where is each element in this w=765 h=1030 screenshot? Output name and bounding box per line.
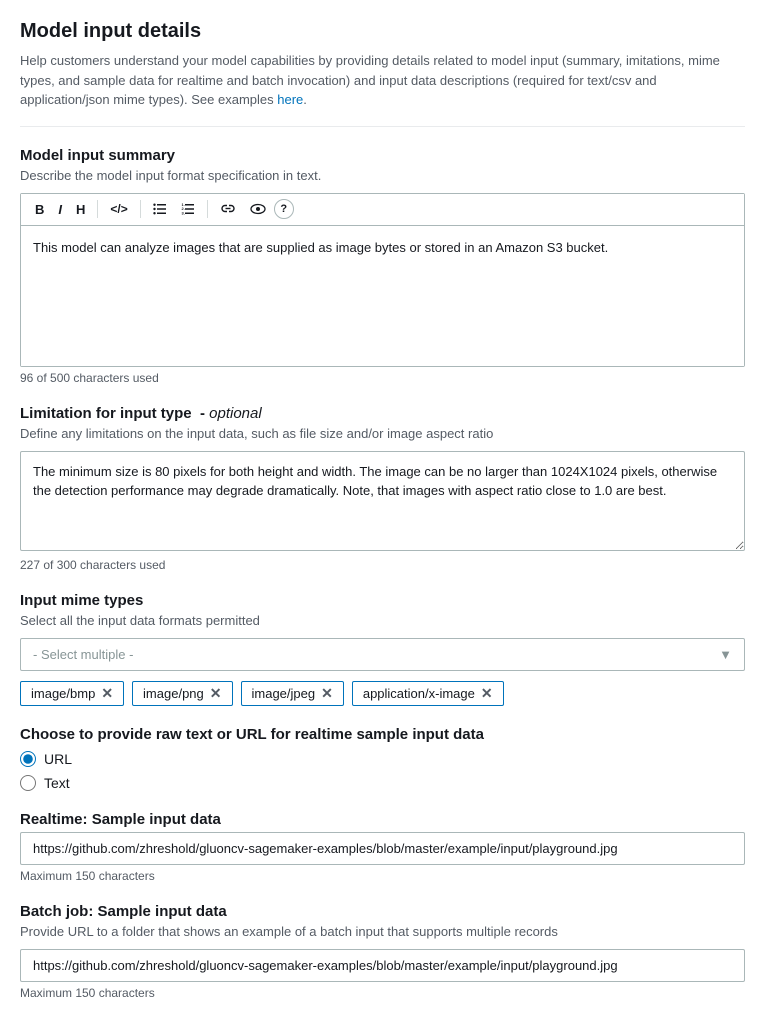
page-container: Model input details Help customers under… xyxy=(0,0,765,1030)
batch-max-chars: Maximum 150 characters xyxy=(20,986,745,1000)
mime-tag-jpeg-remove[interactable]: ✕ xyxy=(321,686,333,700)
bold-button[interactable]: B xyxy=(29,198,50,221)
summary-char-count: 96 of 500 characters used xyxy=(20,371,745,385)
svg-text:3.: 3. xyxy=(181,210,184,215)
toolbar-divider-3 xyxy=(207,200,208,218)
limitation-desc: Define any limitations on the input data… xyxy=(20,426,745,441)
radio-url-text: URL xyxy=(44,751,72,767)
mime-tag-bmp-remove[interactable]: ✕ xyxy=(101,686,113,700)
batch-title: Batch job: Sample input data xyxy=(20,903,745,920)
mime-tags-row: image/bmp ✕ image/png ✕ image/jpeg ✕ app… xyxy=(20,681,745,706)
italic-button[interactable]: I xyxy=(52,198,68,221)
mime-tag-png: image/png ✕ xyxy=(132,681,232,706)
raw-text-title: Choose to provide raw text or URL for re… xyxy=(20,726,745,743)
rich-editor: B I H </> xyxy=(20,193,745,367)
summary-title: Model input summary xyxy=(20,147,745,164)
code-button[interactable]: </> xyxy=(104,198,133,220)
mime-tag-bmp-label: image/bmp xyxy=(31,686,95,701)
realtime-section: Realtime: Sample input data Maximum 150 … xyxy=(20,811,745,883)
mime-select[interactable]: - Select multiple - ▼ xyxy=(20,638,745,671)
realtime-max-chars: Maximum 150 characters xyxy=(20,869,745,883)
page-title: Model input details xyxy=(20,20,745,43)
page-description: Help customers understand your model cap… xyxy=(20,51,745,110)
mime-desc: Select all the input data formats permit… xyxy=(20,613,745,628)
editor-content[interactable]: This model can analyze images that are s… xyxy=(21,226,744,366)
batch-section: Batch job: Sample input data Provide URL… xyxy=(20,903,745,1000)
radio-text-text: Text xyxy=(44,775,70,791)
summary-desc: Describe the model input format specific… xyxy=(20,168,745,183)
mime-tag-ximage-remove[interactable]: ✕ xyxy=(481,686,493,700)
mime-tag-bmp: image/bmp ✕ xyxy=(20,681,124,706)
limitation-section: Limitation for input type - optional Def… xyxy=(20,405,745,572)
mime-tag-jpeg: image/jpeg ✕ xyxy=(241,681,344,706)
editor-toolbar: B I H </> xyxy=(21,194,744,226)
link-button[interactable] xyxy=(214,198,242,220)
mime-tag-ximage-label: application/x-image xyxy=(363,686,475,701)
summary-section: Model input summary Describe the model i… xyxy=(20,147,745,385)
section-divider xyxy=(20,126,745,127)
radio-text-input[interactable] xyxy=(20,775,36,791)
mime-tag-jpeg-label: image/jpeg xyxy=(252,686,316,701)
chevron-down-icon: ▼ xyxy=(719,647,732,662)
batch-input[interactable] xyxy=(20,949,745,982)
toolbar-divider-1 xyxy=(97,200,98,218)
raw-text-section: Choose to provide raw text or URL for re… xyxy=(20,726,745,791)
mime-tag-png-label: image/png xyxy=(143,686,204,701)
mime-tag-png-remove[interactable]: ✕ xyxy=(210,686,222,700)
unordered-list-button[interactable] xyxy=(147,198,173,220)
radio-text-label[interactable]: Text xyxy=(20,775,745,791)
radio-url-input[interactable] xyxy=(20,751,36,767)
radio-group: URL Text xyxy=(20,751,745,791)
limitation-title: Limitation for input type - optional xyxy=(20,405,745,422)
mime-placeholder: - Select multiple - xyxy=(33,647,133,662)
radio-url-label[interactable]: URL xyxy=(20,751,745,767)
realtime-input[interactable] xyxy=(20,832,745,865)
ordered-list-button[interactable]: 1. 2. 3. xyxy=(175,198,201,220)
preview-button[interactable] xyxy=(244,198,272,220)
limitation-char-count: 227 of 300 characters used xyxy=(20,558,745,572)
heading-button[interactable]: H xyxy=(70,198,91,221)
toolbar-divider-2 xyxy=(140,200,141,218)
mime-tag-ximage: application/x-image ✕ xyxy=(352,681,504,706)
examples-link[interactable]: here xyxy=(277,92,303,107)
realtime-title: Realtime: Sample input data xyxy=(20,811,745,828)
mime-title: Input mime types xyxy=(20,592,745,609)
limitation-textarea[interactable]: The minimum size is 80 pixels for both h… xyxy=(20,451,745,551)
batch-desc: Provide URL to a folder that shows an ex… xyxy=(20,924,745,939)
mime-section: Input mime types Select all the input da… xyxy=(20,592,745,706)
optional-label: optional xyxy=(209,405,262,422)
help-button[interactable]: ? xyxy=(274,199,294,219)
